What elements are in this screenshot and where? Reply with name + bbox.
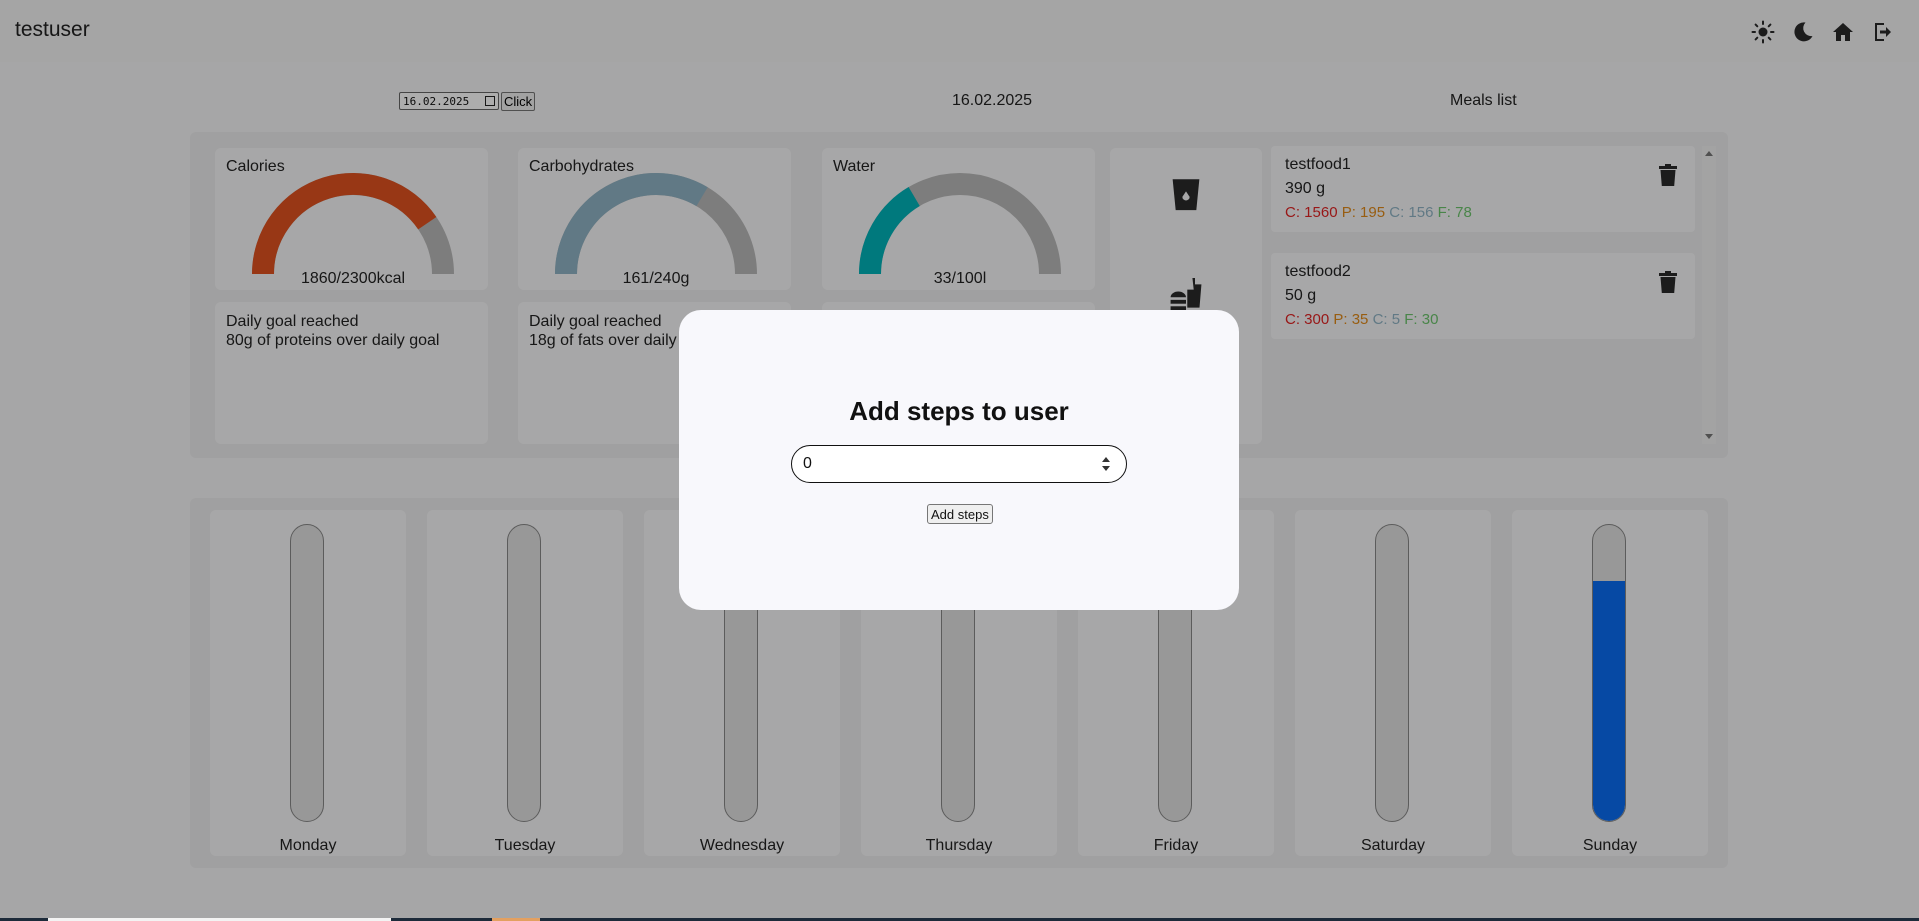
page: testuser 16.02.2025 Click 16.02.2025 Mea…: [0, 0, 1919, 921]
steps-input[interactable]: [791, 445, 1127, 483]
modal-title: Add steps to user: [849, 396, 1069, 426]
add-steps-button[interactable]: Add steps: [927, 504, 993, 524]
add-steps-modal: Add steps to user Add steps: [679, 310, 1239, 610]
number-spinner-icon[interactable]: [1101, 456, 1111, 472]
